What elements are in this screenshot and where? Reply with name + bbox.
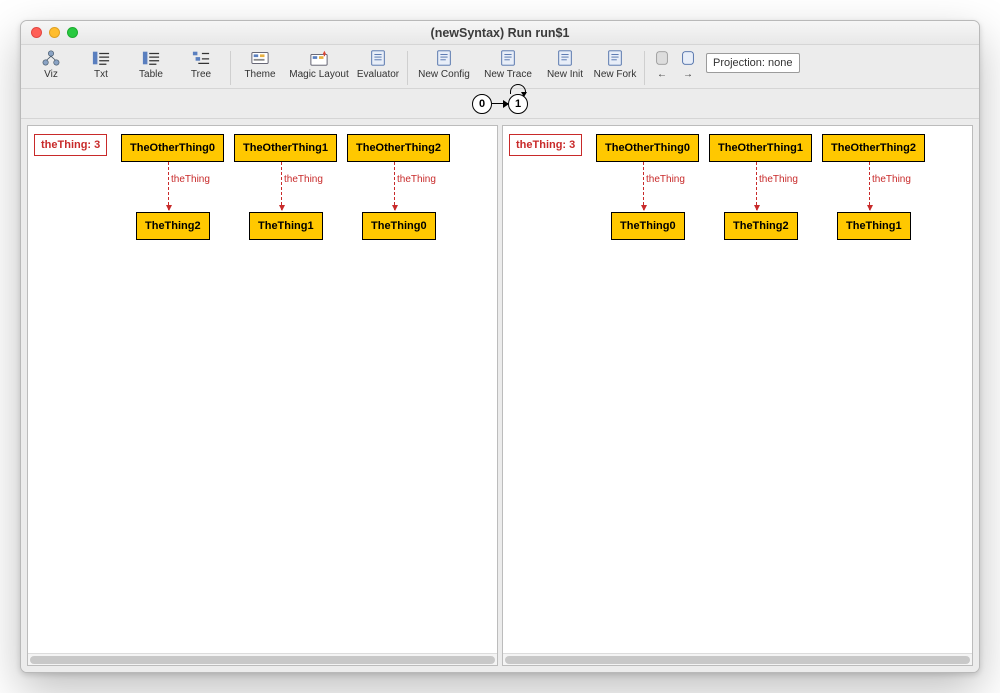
graph-node[interactable]: TheThing0: [611, 212, 685, 240]
tree-label: Tree: [191, 69, 211, 80]
next-state-button[interactable]: →: [676, 49, 700, 87]
evaluator-icon: [367, 49, 389, 67]
trace-state-1[interactable]: 1: [508, 94, 528, 114]
scrollbar-thumb[interactable]: [505, 656, 970, 664]
theme-button[interactable]: Theme: [236, 49, 284, 87]
graph-edge-label: theThing: [395, 174, 436, 185]
maximize-icon[interactable]: [67, 27, 78, 38]
graph-node[interactable]: TheOtherThing2: [822, 134, 925, 162]
viz-icon: [40, 49, 62, 67]
graph-edge: [756, 162, 757, 210]
graph-node[interactable]: TheOtherThing0: [596, 134, 699, 162]
new-trace-icon: [497, 49, 519, 67]
toolbar-separator-2: [407, 51, 408, 85]
prev-label: ←: [657, 69, 667, 80]
table-icon: [140, 49, 162, 67]
new-config-button[interactable]: New Config: [413, 49, 475, 87]
viz-canvas-right[interactable]: theThing: 3 TheOtherThing0 TheOtherThing…: [503, 126, 972, 653]
graph-edge-label: theThing: [644, 174, 685, 185]
tree-button[interactable]: Tree: [177, 49, 225, 87]
theme-label: Theme: [244, 69, 275, 80]
projection-label: Projection: none: [713, 57, 793, 69]
next-scroll-icon: [679, 49, 697, 67]
graph-node[interactable]: TheOtherThing1: [709, 134, 812, 162]
new-init-icon: [554, 49, 576, 67]
graph-edge: [643, 162, 644, 210]
graph-edge: [394, 162, 395, 210]
app-window: (newSyntax) Run run$1 Viz Txt: [20, 20, 980, 673]
graph-node[interactable]: TheThing1: [837, 212, 911, 240]
new-fork-button[interactable]: New Fork: [591, 49, 639, 87]
prev-scroll-icon: [653, 49, 671, 67]
new-fork-label: New Fork: [594, 69, 637, 80]
sig-badge: theThing: 3: [509, 134, 582, 156]
traffic-lights: [31, 27, 78, 38]
new-config-label: New Config: [418, 69, 470, 80]
new-trace-button[interactable]: New Trace: [477, 49, 539, 87]
scrollbar-thumb[interactable]: [30, 656, 495, 664]
new-init-button[interactable]: New Init: [541, 49, 589, 87]
magic-layout-label: Magic Layout: [289, 69, 348, 80]
graph-node[interactable]: TheOtherThing2: [347, 134, 450, 162]
h-scrollbar-right[interactable]: [503, 653, 972, 665]
viz-button[interactable]: Viz: [27, 49, 75, 87]
graph-node[interactable]: TheThing2: [136, 212, 210, 240]
graph-edge-label: theThing: [757, 174, 798, 185]
projection-dropdown[interactable]: Projection: none: [706, 53, 800, 73]
graph-edge-label: theThing: [169, 174, 210, 185]
new-config-icon: [433, 49, 455, 67]
graph-node[interactable]: TheThing1: [249, 212, 323, 240]
toolbar: Viz Txt Table: [21, 45, 979, 89]
graph-node[interactable]: TheThing0: [362, 212, 436, 240]
titlebar: (newSyntax) Run run$1: [21, 21, 979, 45]
viz-canvas-left[interactable]: theThing: 3 TheOtherThing0 TheOtherThing…: [28, 126, 497, 653]
new-trace-label: New Trace: [484, 69, 532, 80]
magic-layout-button[interactable]: Magic Layout: [286, 49, 352, 87]
trace-arrow: [492, 103, 508, 105]
graph-edge: [869, 162, 870, 210]
theme-icon: [249, 49, 271, 67]
close-icon[interactable]: [31, 27, 42, 38]
magic-layout-icon: [308, 49, 330, 67]
graph-edge-label: theThing: [870, 174, 911, 185]
window-title: (newSyntax) Run run$1: [21, 26, 979, 40]
new-fork-icon: [604, 49, 626, 67]
trace-state-0[interactable]: 0: [472, 94, 492, 114]
evaluator-button[interactable]: Evaluator: [354, 49, 402, 87]
viz-pane-left: theThing: 3 TheOtherThing0 TheOtherThing…: [27, 125, 498, 666]
viz-pane-right: theThing: 3 TheOtherThing0 TheOtherThing…: [502, 125, 973, 666]
evaluator-label: Evaluator: [357, 69, 399, 80]
txt-icon: [90, 49, 112, 67]
graph-node[interactable]: TheOtherThing0: [121, 134, 224, 162]
txt-label: Txt: [94, 69, 108, 80]
toolbar-separator: [230, 51, 231, 85]
graph-edge: [168, 162, 169, 210]
graph-node[interactable]: TheOtherThing1: [234, 134, 337, 162]
tree-icon: [190, 49, 212, 67]
h-scrollbar-left[interactable]: [28, 653, 497, 665]
txt-button[interactable]: Txt: [77, 49, 125, 87]
next-label: →: [683, 69, 693, 80]
minimize-icon[interactable]: [49, 27, 60, 38]
table-button[interactable]: Table: [127, 49, 175, 87]
trace-bar: 0 1: [21, 89, 979, 119]
graph-edge-label: theThing: [282, 174, 323, 185]
viz-label: Viz: [44, 69, 58, 80]
graph-node[interactable]: TheThing2: [724, 212, 798, 240]
table-label: Table: [139, 69, 163, 80]
prev-state-button[interactable]: ←: [650, 49, 674, 87]
graph-edge: [281, 162, 282, 210]
viz-panes: theThing: 3 TheOtherThing0 TheOtherThing…: [21, 119, 979, 672]
toolbar-separator-3: [644, 51, 645, 85]
new-init-label: New Init: [547, 69, 583, 80]
sig-badge: theThing: 3: [34, 134, 107, 156]
